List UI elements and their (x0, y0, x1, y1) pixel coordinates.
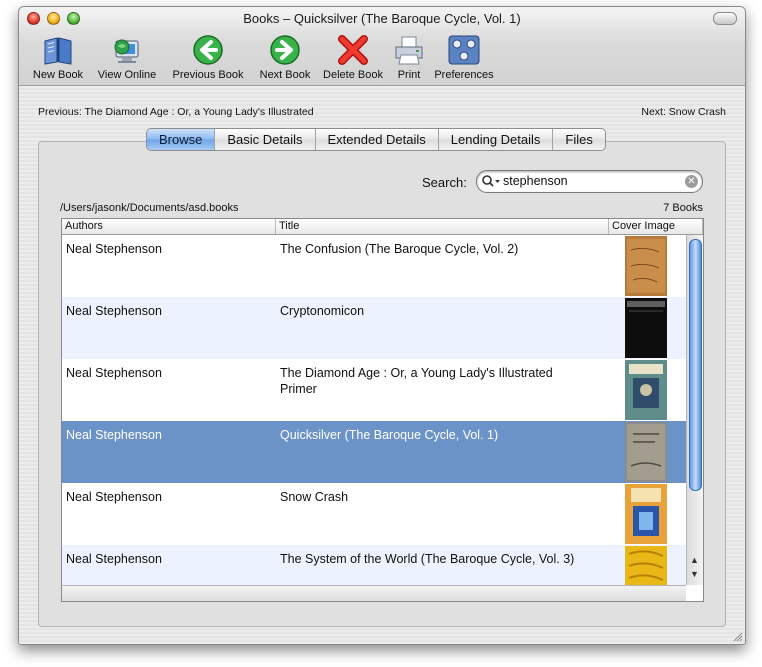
cover-image (625, 546, 667, 585)
next-book-text: Next: Snow Crash (641, 106, 726, 118)
column-header-authors[interactable]: Authors (62, 219, 276, 234)
tab-lending-details[interactable]: Lending Details (437, 129, 553, 150)
new-book-button[interactable]: New Book (27, 29, 89, 81)
app-window: Books – Quicksilver (The Baroque Cycle, … (18, 6, 746, 645)
tab-extended-details[interactable]: Extended Details (314, 129, 438, 150)
tab-files[interactable]: Files (552, 129, 605, 150)
globe-computer-icon (114, 39, 139, 63)
book-count: 7 Books (663, 202, 703, 214)
title-cell: The Confusion (The Baroque Cycle, Vol. 2… (280, 242, 519, 256)
title-cell: The Diamond Age : Or, a Young Lady's Ill… (280, 366, 553, 396)
delete-x-icon (338, 35, 368, 65)
view-online-label: View Online (97, 69, 157, 81)
arrow-left-icon (193, 35, 223, 65)
clear-search-icon[interactable]: ✕ (685, 175, 698, 188)
main-content: Previous: The Diamond Age : Or, a Young … (19, 86, 745, 644)
title-cell: Quicksilver (The Baroque Cycle, Vol. 1) (280, 428, 499, 442)
arrow-right-icon (270, 35, 300, 65)
tab-basic-details[interactable]: Basic Details (214, 129, 315, 150)
search-input[interactable] (503, 173, 673, 189)
title-cell: Snow Crash (280, 490, 349, 504)
book-icon (44, 37, 72, 65)
table-row[interactable]: Neal Stephenson The Diamond Age : Or, a … (62, 359, 686, 421)
delete-book-label: Delete Book (323, 69, 383, 81)
scrollbar-thumb[interactable] (689, 239, 702, 491)
preferences-switches-icon (448, 35, 480, 65)
preferences-label: Preferences (434, 69, 494, 81)
previous-book-button[interactable]: Previous Book (167, 29, 249, 81)
cover-image (625, 484, 667, 544)
vertical-scrollbar[interactable]: ▲ ▼ (686, 235, 703, 585)
cover-image (625, 298, 667, 358)
title-cell: Cryptonomicon (280, 304, 365, 318)
search-icon[interactable] (481, 173, 501, 190)
table-row[interactable]: Neal Stephenson The Confusion (The Baroq… (62, 235, 686, 297)
window-title: Books – Quicksilver (The Baroque Cycle, … (243, 11, 521, 26)
cover-image (625, 422, 667, 482)
cover-image (625, 236, 667, 296)
tab-bar: Browse Basic Details Extended Details Le… (146, 128, 606, 151)
table-row[interactable]: Neal Stephenson Cryptonomicon (62, 297, 686, 359)
preferences-button[interactable]: Preferences (431, 29, 497, 81)
author-cell: Neal Stephenson (66, 242, 162, 256)
title-bar: Books – Quicksilver (The Baroque Cycle, … (19, 7, 745, 86)
resize-grip-icon[interactable] (733, 632, 743, 642)
next-book-button[interactable]: Next Book (253, 29, 317, 81)
author-cell: Neal Stephenson (66, 304, 162, 318)
view-online-button[interactable]: View Online (93, 29, 161, 81)
search-label: Search: (422, 175, 467, 190)
previous-book-text: Previous: The Diamond Age : Or, a Young … (38, 106, 314, 118)
horizontal-scrollbar[interactable] (62, 585, 686, 601)
column-header-cover-image[interactable]: Cover Image (609, 219, 703, 234)
author-cell: Neal Stephenson (66, 428, 162, 442)
table-row[interactable]: Neal Stephenson Snow Crash (62, 483, 686, 545)
scroll-down-arrow-icon[interactable]: ▼ (690, 569, 699, 579)
title-cell: The System of the World (The Baroque Cyc… (280, 552, 575, 566)
column-header-title[interactable]: Title (276, 219, 609, 234)
books-table: Authors Title Cover Image Neal Stephenso… (61, 218, 704, 602)
author-cell: Neal Stephenson (66, 366, 162, 380)
library-path: /Users/jasonk/Documents/asd.books (60, 202, 239, 214)
print-label: Print (397, 69, 421, 81)
author-cell: Neal Stephenson (66, 552, 162, 566)
toolbar-toggle-button[interactable] (713, 12, 737, 25)
delete-book-button[interactable]: Delete Book (321, 29, 385, 81)
table-row[interactable]: Neal Stephenson The System of the World … (62, 545, 686, 585)
previous-book-label: Previous Book (172, 69, 244, 81)
table-header: Authors Title Cover Image (62, 219, 703, 235)
print-button[interactable]: Print (391, 29, 427, 81)
cover-image (625, 360, 667, 420)
tab-browse[interactable]: Browse (147, 129, 215, 150)
author-cell: Neal Stephenson (66, 490, 162, 504)
table-row-selected[interactable]: Neal Stephenson Quicksilver (The Baroque… (62, 421, 686, 483)
new-book-label: New Book (32, 69, 84, 81)
search-field: ✕ (476, 170, 703, 193)
scroll-up-arrow-icon[interactable]: ▲ (690, 555, 699, 565)
next-book-label: Next Book (259, 69, 311, 81)
printer-icon (395, 36, 423, 65)
